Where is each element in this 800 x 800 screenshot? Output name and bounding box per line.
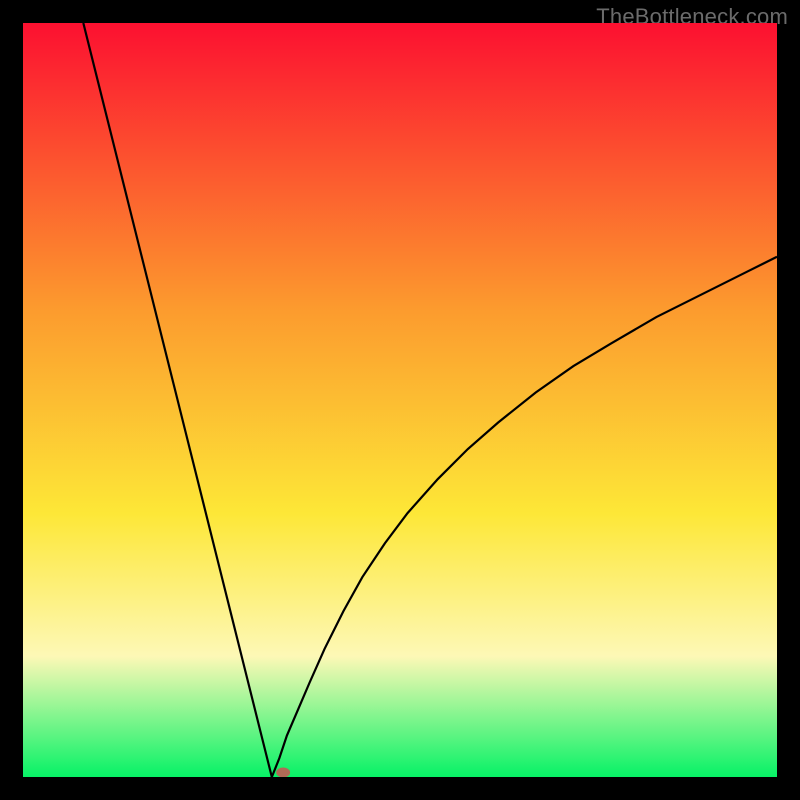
plot-background (23, 23, 777, 777)
chart-svg (23, 23, 777, 777)
plot-area (23, 23, 777, 777)
chart-frame: TheBottleneck.com (0, 0, 800, 800)
